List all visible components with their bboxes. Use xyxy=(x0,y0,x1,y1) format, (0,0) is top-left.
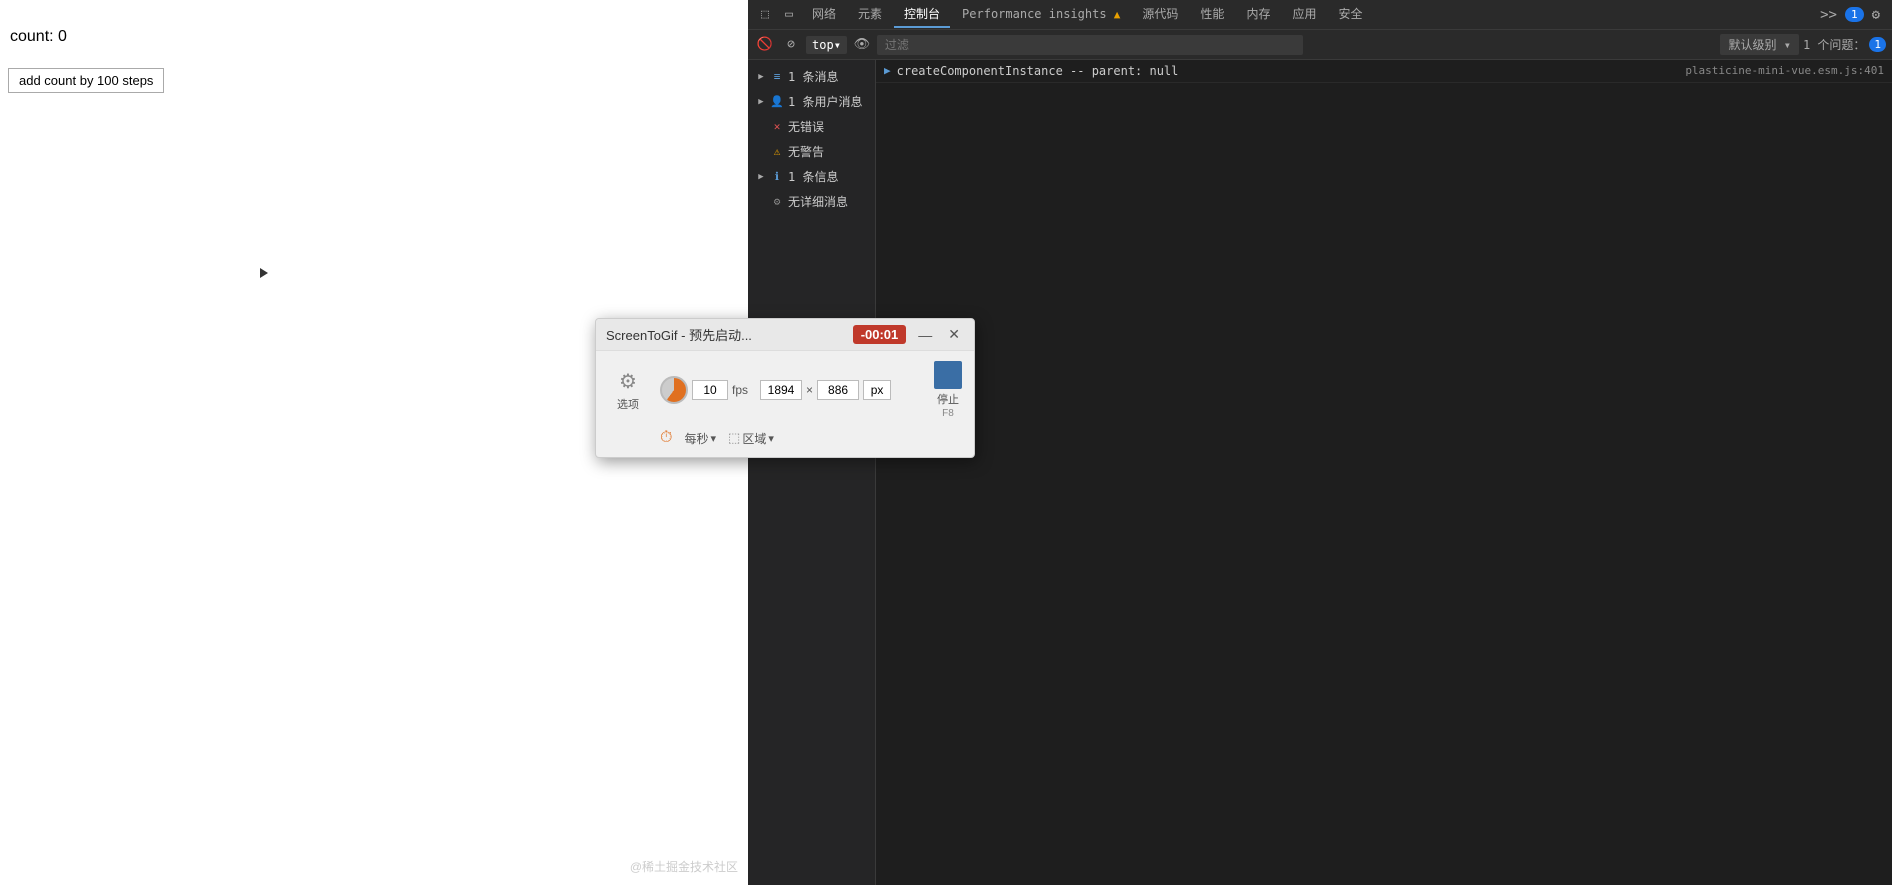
tree-arrow-errors xyxy=(756,122,766,132)
screentogif-body: ⚙ 选项 fps × 停止 F8 xyxy=(596,351,974,429)
tab-sources[interactable]: 源代码 xyxy=(1132,1,1188,28)
devtools-second-bar: 🚫 ⊘ top ▾ 👁 默认级别 ▾ 1 个问题： 1 xyxy=(748,30,1892,60)
devtools-device-icon[interactable]: ▭ xyxy=(778,4,800,26)
tree-arrow-info: ▶ xyxy=(756,172,766,182)
user-icon: 👤 xyxy=(770,95,784,109)
tree-item-no-errors[interactable]: ✕ 无错误 xyxy=(748,114,875,139)
gear-icon: ⚙ xyxy=(619,369,637,394)
console-source-link[interactable]: plasticine-mini-vue.esm.js:401 xyxy=(1685,64,1884,77)
screentogif-per-sec-group: 每秒 ▾ xyxy=(684,430,716,447)
screentogif-titlebar: ScreenToGif - 预先启动... -00:01 — ✕ xyxy=(596,319,974,351)
tab-elements[interactable]: 元素 xyxy=(848,1,892,28)
more-tabs-button[interactable]: >> xyxy=(1814,5,1843,25)
screentogif-region-group: ⬚ 区域 ▾ xyxy=(728,430,774,447)
screentogif-stop-label: 停止 F8 xyxy=(937,391,959,419)
screentogif-title: ScreenToGif - 预先启动... xyxy=(606,325,845,344)
screentogif-width-input[interactable] xyxy=(760,380,802,400)
screentogif-fps-indicator xyxy=(660,376,688,404)
devtools-content: ▶ ≡ 1 条消息 ▶ 👤 1 条用户消息 ✕ 无错误 ⚠ 无警告 ▶ ℹ xyxy=(748,60,1892,885)
screentogif-dimensions-group: × xyxy=(760,380,891,400)
info-icon: ℹ xyxy=(770,170,784,184)
screentogif-fps-group: fps xyxy=(660,376,748,404)
console-log-line[interactable]: ▶ createComponentInstance -- parent: nul… xyxy=(876,60,1892,83)
eye-icon[interactable]: 👁 xyxy=(851,34,873,56)
cursor-pointer xyxy=(260,268,268,278)
level-dropdown-arrow: ▾ xyxy=(1784,38,1791,52)
tree-arrow-verbose xyxy=(756,197,766,207)
console-filter-tree: ▶ ≡ 1 条消息 ▶ 👤 1 条用户消息 ✕ 无错误 ⚠ 无警告 ▶ ℹ xyxy=(748,60,876,885)
top-context-dropdown[interactable]: top ▾ xyxy=(806,36,847,54)
dropdown-arrow-icon: ▾ xyxy=(834,38,841,52)
screentogif-timer: -00:01 xyxy=(853,325,907,344)
dimensions-x-separator: × xyxy=(806,383,813,397)
tab-network[interactable]: 网络 xyxy=(802,1,846,28)
tree-item-no-warnings[interactable]: ⚠ 无警告 xyxy=(748,139,875,164)
tree-arrow-warnings xyxy=(756,147,766,157)
tree-item-messages[interactable]: ▶ ≡ 1 条消息 xyxy=(748,64,875,89)
tab-performance[interactable]: 性能 xyxy=(1190,1,1234,28)
tab-performance-insights[interactable]: Performance insights ▲ xyxy=(952,3,1130,27)
messages-icon: ≡ xyxy=(770,70,784,84)
screentogif-stop-button[interactable] xyxy=(934,361,962,389)
screentogif-minimize-button[interactable]: — xyxy=(914,327,936,343)
tab-console[interactable]: 控制台 xyxy=(894,1,950,28)
clear-icon[interactable]: ⊘ xyxy=(780,34,802,56)
tree-item-info[interactable]: ▶ ℹ 1 条信息 xyxy=(748,164,875,189)
devtools-settings-icon[interactable]: ⚙ xyxy=(1866,5,1886,25)
verbose-icon: ⚙ xyxy=(770,195,784,209)
screentogif-stop-key: F8 xyxy=(942,408,954,419)
tree-arrow-messages: ▶ xyxy=(756,72,766,82)
performance-warning-icon: ▲ xyxy=(1114,8,1121,21)
screentogif-px-input[interactable] xyxy=(863,380,891,400)
tab-memory[interactable]: 内存 xyxy=(1236,1,1280,28)
tree-item-user-messages[interactable]: ▶ 👤 1 条用户消息 xyxy=(748,89,875,114)
console-log-text: createComponentInstance -- parent: null xyxy=(897,64,1686,78)
screentogif-close-button[interactable]: ✕ xyxy=(944,326,964,343)
screentogif-window: ScreenToGif - 预先启动... -00:01 — ✕ ⚙ 选项 fp… xyxy=(595,318,975,458)
screentogif-fps-input[interactable] xyxy=(692,380,728,400)
per-sec-label: 每秒 xyxy=(684,430,708,447)
filter-input[interactable] xyxy=(877,35,1303,55)
issues-count: 1 xyxy=(1869,37,1886,52)
per-sec-dropdown[interactable]: ▾ xyxy=(711,432,717,445)
tab-security[interactable]: 安全 xyxy=(1328,1,1372,28)
console-expand-arrow[interactable]: ▶ xyxy=(884,64,891,77)
devtools-inspect-icon[interactable]: ⬚ xyxy=(754,4,776,26)
region-dropdown[interactable]: ▾ xyxy=(768,432,774,445)
tree-item-verbose[interactable]: ⚙ 无详细消息 xyxy=(748,189,875,214)
ban-icon[interactable]: 🚫 xyxy=(754,34,776,56)
tab-badge: 1 xyxy=(1845,7,1864,22)
add-count-button[interactable]: add count by 100 steps xyxy=(8,68,164,93)
error-icon: ✕ xyxy=(770,120,784,134)
screentogif-second-row: ⏱ 每秒 ▾ ⬚ 区域 ▾ xyxy=(648,429,974,457)
log-level-dropdown[interactable]: 默认级别 ▾ xyxy=(1720,34,1798,55)
screentogif-options-button[interactable]: ⚙ 选项 xyxy=(608,369,648,412)
region-label: 区域 xyxy=(742,430,766,447)
screentogif-height-input[interactable] xyxy=(817,380,859,400)
screentogif-fps-label: fps xyxy=(732,383,748,397)
devtools-tab-bar: ⬚ ▭ 网络 元素 控制台 Performance insights ▲ 源代码… xyxy=(748,0,1892,30)
tab-application[interactable]: 应用 xyxy=(1282,1,1326,28)
warning-icon: ⚠ xyxy=(770,145,784,159)
region-icon: ⬚ xyxy=(728,430,740,446)
screentogif-clock-icon: ⏱ xyxy=(660,429,672,447)
watermark-text: @稀土掘金技术社区 xyxy=(630,858,738,875)
count-display: count: 0 xyxy=(10,28,67,46)
console-output: ▶ createComponentInstance -- parent: nul… xyxy=(876,60,1892,885)
screentogif-stop-group: 停止 F8 xyxy=(934,361,962,419)
issues-badge: 1 个问题： 1 xyxy=(1803,36,1886,53)
tree-arrow-user: ▶ xyxy=(756,97,766,107)
